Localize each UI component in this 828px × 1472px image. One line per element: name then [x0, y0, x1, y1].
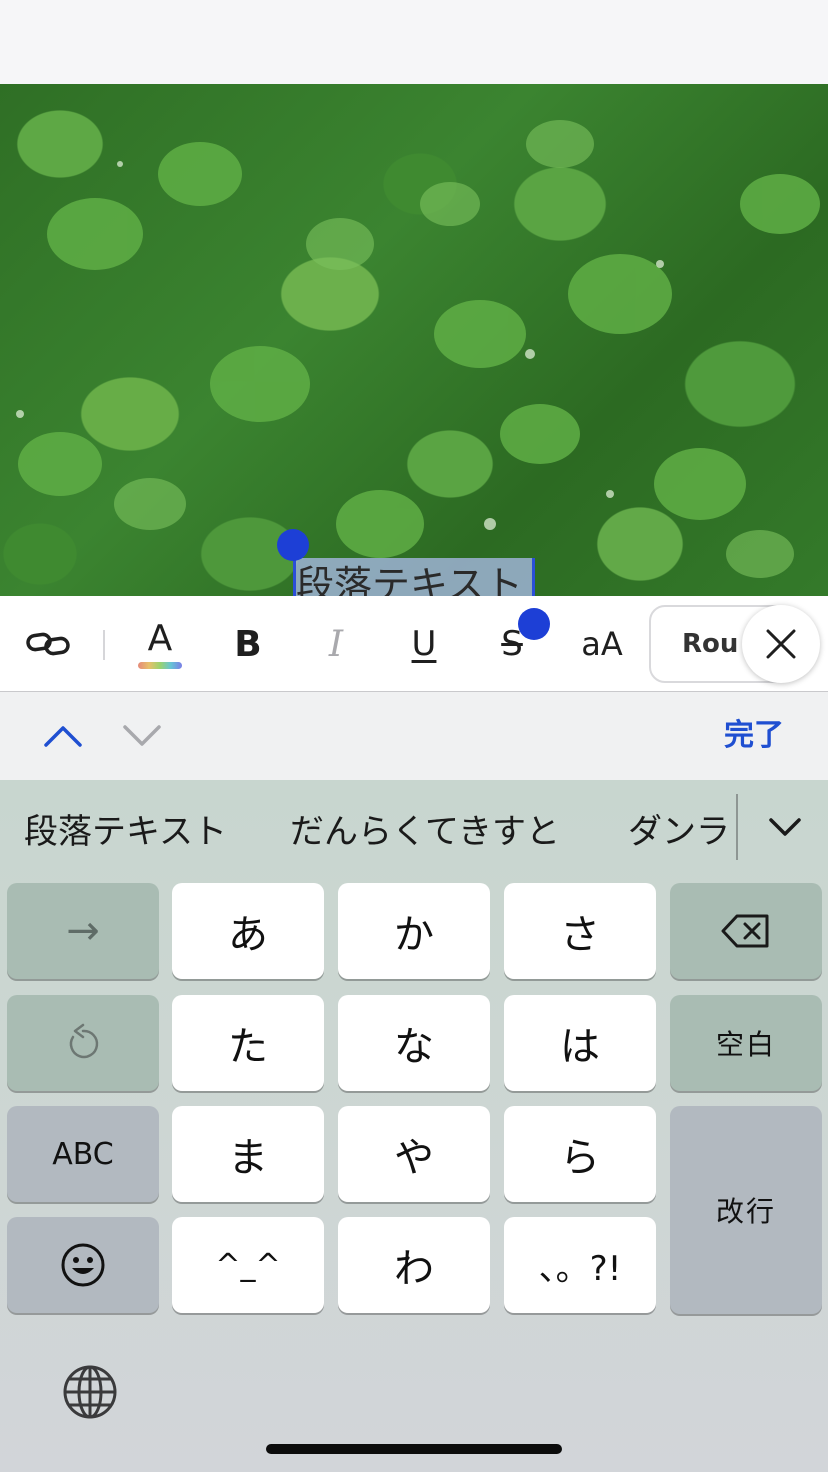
undo-icon: [69, 1023, 99, 1059]
selection-end-handle[interactable]: [518, 608, 550, 640]
globe-icon: [63, 1365, 117, 1419]
delete-key[interactable]: [670, 883, 822, 979]
chevron-down-icon: [123, 725, 161, 746]
conversion-candidates-bar: 段落テキスト だんらくてきすと ダンラ: [0, 780, 828, 880]
close-icon: [766, 629, 796, 659]
key-ka[interactable]: か: [338, 883, 490, 979]
globe-keyboard-switch-button[interactable]: [62, 1364, 118, 1420]
text-case-button[interactable]: aA: [574, 596, 630, 692]
key-sa[interactable]: さ: [504, 883, 656, 979]
text-color-label: A: [147, 617, 173, 659]
color-gradient-bar: [138, 661, 182, 669]
abc-key[interactable]: ABC: [7, 1106, 159, 1202]
chevron-up-icon: [44, 726, 82, 747]
text-color-button[interactable]: A: [134, 596, 186, 692]
selection-start-handle[interactable]: [277, 529, 309, 561]
link-icon: [26, 632, 70, 656]
backspace-icon: [721, 914, 769, 948]
key-ma[interactable]: ま: [172, 1106, 324, 1202]
selected-paragraph-text[interactable]: 段落テキスト: [296, 560, 523, 596]
next-character-key[interactable]: →: [7, 883, 159, 979]
clover-leaves-graphic: [16, 120, 820, 578]
key-ta[interactable]: た: [172, 995, 324, 1091]
font-selector-label: Rou: [682, 629, 739, 659]
status-bar-area: [0, 0, 828, 84]
key-na[interactable]: な: [338, 995, 490, 1091]
italic-button[interactable]: I: [316, 596, 356, 692]
space-key[interactable]: 空白: [670, 995, 822, 1091]
return-key-label: 改行: [715, 1195, 776, 1228]
emoji-icon: [61, 1243, 105, 1287]
emoji-key[interactable]: [7, 1217, 159, 1313]
candidates-divider: [736, 794, 738, 860]
previous-field-button[interactable]: [33, 692, 93, 780]
chevron-down-icon: [769, 818, 801, 836]
punctuation-key[interactable]: 、。?!: [504, 1217, 656, 1313]
punctuation-key-label: 、。?!: [538, 1248, 622, 1289]
underline-button[interactable]: U: [402, 596, 446, 692]
clover-photo: [0, 84, 828, 596]
next-field-button[interactable]: [112, 692, 172, 780]
toolbar-divider: [103, 630, 105, 660]
key-ha[interactable]: は: [504, 995, 656, 1091]
undo-key[interactable]: [7, 995, 159, 1091]
link-button[interactable]: [22, 596, 74, 692]
done-button[interactable]: 完了: [724, 692, 784, 780]
key-wa[interactable]: わ: [338, 1217, 490, 1313]
emoticon-key[interactable]: ^_^: [172, 1217, 324, 1313]
emoticon-key-label: ^_^: [215, 1247, 281, 1283]
arrow-right-icon: →: [66, 908, 100, 954]
key-ya[interactable]: や: [338, 1106, 490, 1202]
key-a[interactable]: あ: [172, 883, 324, 979]
candidate-item[interactable]: 段落テキスト: [24, 780, 227, 884]
candidate-item[interactable]: だんらくてきすと: [290, 780, 560, 884]
bold-button[interactable]: B: [226, 596, 270, 692]
return-key[interactable]: 改行: [670, 1106, 822, 1314]
abc-key-label: ABC: [52, 1136, 114, 1172]
home-indicator[interactable]: [266, 1444, 562, 1454]
key-ra[interactable]: ら: [504, 1106, 656, 1202]
space-key-label: 空白: [715, 1028, 776, 1061]
keyboard-accessory-bar: 完了: [0, 692, 828, 780]
close-toolbar-button[interactable]: [742, 605, 820, 683]
candidate-item[interactable]: ダンラ: [628, 780, 736, 884]
expand-candidates-button[interactable]: [760, 802, 810, 852]
